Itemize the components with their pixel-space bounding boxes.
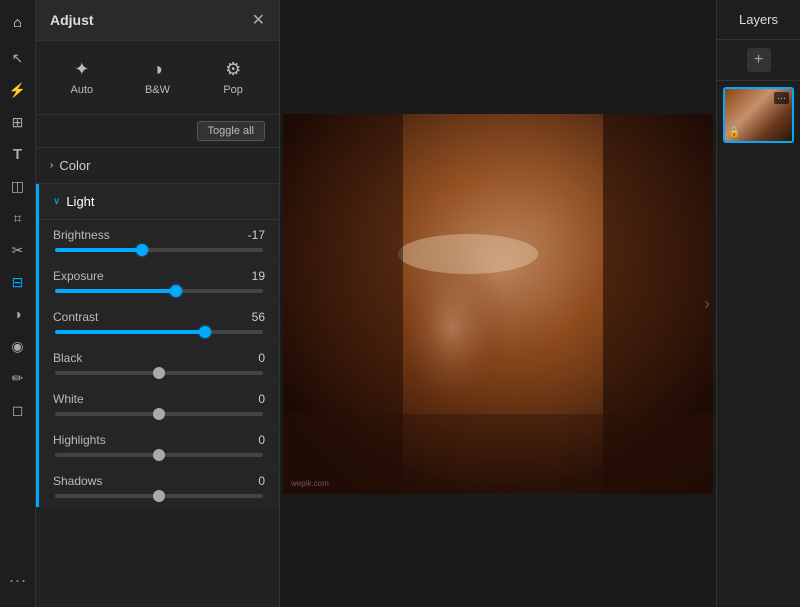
bw-icon: ◑: [152, 59, 163, 80]
photo-watermark: wepik.com: [291, 479, 329, 488]
more-tools-button[interactable]: ···: [9, 570, 27, 599]
quick-actions: ✦ Auto ◑ B&W ⚙ Pop: [36, 41, 279, 115]
shadows-label: Shadows: [53, 474, 102, 488]
light-section-label: Light: [66, 194, 94, 209]
color-section-label: Color: [59, 158, 90, 173]
light-section: ∨ Light Brightness -17 Exposure 19: [36, 184, 279, 507]
black-thumb[interactable]: [153, 367, 165, 379]
exposure-label: Exposure: [53, 269, 104, 283]
pop-button[interactable]: ⚙ Pop: [203, 53, 263, 102]
contrast-label: Contrast: [53, 310, 98, 324]
brightness-fill: [55, 248, 142, 252]
contrast-value: 56: [235, 310, 265, 324]
white-thumb[interactable]: [153, 408, 165, 420]
spot-tool[interactable]: ◉: [4, 332, 32, 360]
crop-tool[interactable]: ⌗: [4, 204, 32, 232]
toggle-row: Toggle all: [36, 115, 279, 148]
color-section-header[interactable]: › Color: [36, 148, 279, 184]
light-section-header[interactable]: ∨ Light: [39, 184, 279, 220]
left-toolbar: ⌂ ↖ ⚡ ⊞ T ◫ ⌗ ✂ ⊟ ◑ ◉ ✏ ◻ ···: [0, 0, 36, 607]
brightness-track[interactable]: [55, 248, 263, 252]
add-layer-button[interactable]: +: [717, 40, 800, 81]
black-label: Black: [53, 351, 82, 365]
lightning-tool[interactable]: ⚡: [4, 76, 32, 104]
draw-tool[interactable]: ✏: [4, 364, 32, 392]
exposure-value: 19: [235, 269, 265, 283]
exposure-row: Exposure 19: [39, 261, 279, 302]
expand-panel-button[interactable]: ›: [704, 293, 710, 314]
photo-canvas: wepik.com: [283, 89, 713, 519]
contrast-track[interactable]: [55, 330, 263, 334]
highlights-label: Highlights: [53, 433, 106, 447]
exposure-fill: [55, 289, 176, 293]
shadows-track[interactable]: [55, 494, 263, 498]
white-track[interactable]: [55, 412, 263, 416]
brightness-label: Brightness: [53, 228, 110, 242]
layers-panel: Layers + ··· 🔒: [716, 0, 800, 607]
black-value: 0: [235, 351, 265, 365]
highlights-value: 0: [235, 433, 265, 447]
shadows-thumb[interactable]: [153, 490, 165, 502]
highlights-thumb[interactable]: [153, 449, 165, 461]
white-value: 0: [235, 392, 265, 406]
black-track[interactable]: [55, 371, 263, 375]
panel-title: Adjust: [50, 12, 94, 28]
exposure-track[interactable]: [55, 289, 263, 293]
bw-button[interactable]: ◑ B&W: [127, 53, 187, 102]
sections-container: › Color ∨ Light Brightness -17: [36, 148, 279, 607]
toggle-all-button[interactable]: Toggle all: [197, 121, 265, 141]
pop-label: Pop: [223, 84, 243, 96]
adjust-tool[interactable]: ⊟: [4, 268, 32, 296]
color-chevron: ›: [50, 160, 53, 171]
layer-lock-icon: 🔒: [728, 127, 740, 138]
layers-tool[interactable]: ⊞: [4, 108, 32, 136]
brightness-thumb[interactable]: [136, 244, 148, 256]
add-layer-icon: +: [747, 48, 771, 72]
auto-button[interactable]: ✦ Auto: [52, 53, 112, 102]
contrast-thumb[interactable]: [199, 326, 211, 338]
auto-label: Auto: [71, 84, 94, 96]
auto-icon: ✦: [74, 59, 89, 80]
text-tool[interactable]: T: [4, 140, 32, 168]
filter-tool[interactable]: ◑: [4, 300, 32, 328]
adjust-header: Adjust ✕: [36, 0, 279, 41]
layer-options: ···: [774, 92, 789, 104]
brightness-value: -17: [235, 228, 265, 242]
white-label: White: [53, 392, 84, 406]
contrast-row: Contrast 56: [39, 302, 279, 343]
contrast-fill: [55, 330, 205, 334]
light-chevron: ∨: [53, 196, 60, 207]
exposure-thumb[interactable]: [170, 285, 182, 297]
photo-image: wepik.com: [283, 114, 713, 494]
cut-tool[interactable]: ✂: [4, 236, 32, 264]
home-button[interactable]: ⌂: [4, 8, 32, 36]
adjust-panel: Adjust ✕ ✦ Auto ◑ B&W ⚙ Pop Toggle all ›…: [36, 0, 280, 607]
main-canvas-area: wepik.com ›: [280, 0, 716, 607]
layer-menu-button[interactable]: ···: [774, 92, 789, 104]
mask-tool[interactable]: ◫: [4, 172, 32, 200]
erase-tool[interactable]: ◻: [4, 396, 32, 424]
select-tool[interactable]: ↖: [4, 44, 32, 72]
pop-icon: ⚙: [225, 59, 241, 80]
layers-header: Layers: [717, 0, 800, 40]
highlights-track[interactable]: [55, 453, 263, 457]
shadows-value: 0: [235, 474, 265, 488]
close-button[interactable]: ✕: [252, 10, 265, 30]
bw-label: B&W: [145, 84, 170, 96]
shadows-row: Shadows 0: [39, 466, 279, 507]
highlights-row: Highlights 0: [39, 425, 279, 466]
black-row: Black 0: [39, 343, 279, 384]
white-row: White 0: [39, 384, 279, 425]
layer-item[interactable]: ··· 🔒: [723, 87, 794, 143]
brightness-row: Brightness -17: [39, 220, 279, 261]
